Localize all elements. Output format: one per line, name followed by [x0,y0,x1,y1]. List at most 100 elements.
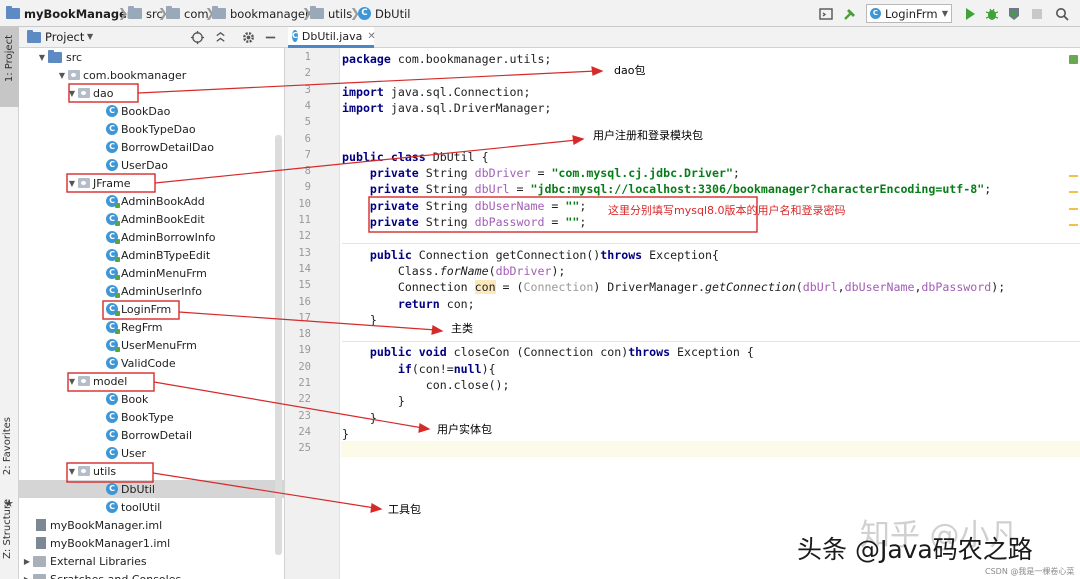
code-token: if [397,361,412,376]
tree-item[interactable]: ▼ com.bookmanager [19,66,285,84]
tree-item[interactable]: C BookType [19,408,285,426]
line-number: 8 [304,165,311,178]
tree-item[interactable]: C AdminBookEdit [19,210,285,228]
warning-marker[interactable] [1069,208,1078,210]
code-line[interactable]: import java.sql.DriverManager; [342,100,551,116]
tree-item[interactable]: myBookManager.iml [19,516,285,534]
tree-item[interactable]: C UserDao [19,156,285,174]
layout-icon[interactable] [818,6,834,22]
code-line[interactable]: private String dbDriver = "com.mysql.cj.… [342,165,740,181]
code-line[interactable]: private String dbPassword = ""; [342,214,586,230]
chevron-down-icon[interactable]: ▼ [66,467,78,476]
breadcrumb-utils[interactable]: utils [310,6,352,21]
tree-item[interactable]: C DbUtil [19,480,285,498]
class-icon: C [106,447,118,459]
code-line[interactable]: if(con!=null){ [342,361,496,377]
code-line[interactable]: con.close(); [342,377,510,393]
tree-item[interactable]: ▶ Scratches and Consoles [19,570,285,579]
code-line[interactable]: public void closeCon (Connection con)thr… [342,344,754,360]
tree-item[interactable]: C BookTypeDao [19,120,285,138]
class-icon: C [106,159,118,171]
project-tree-scrollbar[interactable] [275,135,282,555]
tree-item[interactable]: ▼ model [19,372,285,390]
project-panel-title[interactable]: Project [45,30,84,44]
tree-item[interactable]: C BookDao [19,102,285,120]
code-line[interactable]: Connection con = (Connection) DriverMana… [342,279,1005,295]
tree-item-label: BorrowDetailDao [121,140,214,154]
tree-item[interactable]: C BorrowDetail [19,426,285,444]
tree-item[interactable]: CtoolUtil [19,498,285,516]
collapse-all-icon[interactable] [213,30,228,45]
hide-panel-icon[interactable] [263,30,278,45]
tree-item[interactable]: C UserMenuFrm [19,336,285,354]
line-number: 14 [298,262,311,275]
tree-item[interactable]: C LoginFrm [19,300,285,318]
code-line[interactable]: } [342,312,377,328]
warning-marker[interactable] [1069,191,1078,193]
line-number: 25 [298,442,311,455]
tree-item[interactable]: C RegFrm [19,318,285,336]
code-token: public void [369,345,447,360]
code-line[interactable]: import java.sql.Connection; [342,84,530,100]
tree-item[interactable]: myBookManager1.iml [19,534,285,552]
run-icon[interactable] [962,6,978,22]
tree-item[interactable]: ▼ src [19,48,285,66]
tree-item[interactable]: C BorrowDetailDao [19,138,285,156]
chevron-right-icon[interactable]: ▶ [21,557,33,566]
code-line[interactable]: package com.bookmanager.utils; [342,51,551,67]
locate-file-icon[interactable] [190,30,205,45]
code-token: "" [565,198,580,213]
breadcrumb-bookmanager[interactable]: bookmanager [212,6,310,21]
chevron-down-icon[interactable]: ▼ [87,32,93,41]
stop-icon[interactable] [1029,6,1045,22]
chevron-down-icon[interactable]: ▼ [56,71,68,80]
build-hammer-icon[interactable] [842,6,858,22]
tree-item[interactable]: C AdminBookAdd [19,192,285,210]
code-line[interactable]: } [342,426,349,442]
search-icon[interactable] [1054,6,1070,22]
run-with-coverage-icon[interactable] [1006,6,1022,22]
debug-bug-icon[interactable] [984,6,1000,22]
run-configuration-select[interactable]: C LoginFrm ▼ [866,4,952,23]
tree-item[interactable]: ▼ utils [19,462,285,480]
tree-item[interactable]: C ValidCode [19,354,285,372]
chevron-down-icon[interactable]: ▼ [66,377,78,386]
gear-icon[interactable] [241,30,256,45]
tree-item[interactable]: C AdminUserInfo [19,282,285,300]
tree-item[interactable]: ▶ External Libraries [19,552,285,570]
code-token: ; [984,182,992,197]
inspection-ok-icon[interactable] [1069,55,1078,64]
tab-dbutil-java[interactable]: C DbUtil.java ✕ [288,27,376,48]
favorites-tool-tab[interactable]: 2: Favorites [2,417,13,475]
breadcrumb-com[interactable]: com [166,6,209,21]
tree-item[interactable]: C Book [19,390,285,408]
package-icon [78,376,90,386]
warning-marker[interactable] [1069,224,1078,226]
class-icon: C [106,483,118,495]
code-line[interactable]: private String dbUrl = "jdbc:mysql://loc… [342,181,991,197]
tree-item[interactable]: C AdminBTypeEdit [19,246,285,264]
project-tool-tab[interactable]: 1: Project [0,27,19,107]
tree-item[interactable]: C AdminMenuFrm [19,264,285,282]
code-token: java.sql.DriverManager; [383,100,552,115]
tree-item[interactable]: C AdminBorrowInfo [19,228,285,246]
structure-tool-tab[interactable]: Z: Structure [2,499,13,559]
code-line[interactable]: Class.forName(dbDriver); [342,263,566,279]
code-line[interactable]: private String dbUserName = ""; [342,198,586,214]
tree-item[interactable]: C User [19,444,285,462]
chevron-down-icon[interactable]: ▼ [66,179,78,188]
chevron-right-icon[interactable]: ▶ [21,575,33,579]
code-line[interactable]: } [342,393,405,409]
code-line[interactable]: public Connection getConnection()throws … [342,247,719,263]
breadcrumb-project[interactable]: myBookManager [6,6,133,21]
code-line[interactable]: return con; [342,296,475,312]
tree-item[interactable]: ▼ dao [19,84,285,102]
chevron-down-icon[interactable]: ▼ [66,89,78,98]
warning-marker[interactable] [1069,175,1078,177]
code-line[interactable]: } [342,410,377,426]
chevron-down-icon[interactable]: ▼ [36,53,48,62]
breadcrumb-file[interactable]: C DbUtil [358,6,410,21]
close-icon[interactable]: ✕ [367,31,375,42]
code-line[interactable]: public class DbUtil { [342,149,489,165]
tree-item[interactable]: ▼ JFrame [19,174,285,192]
